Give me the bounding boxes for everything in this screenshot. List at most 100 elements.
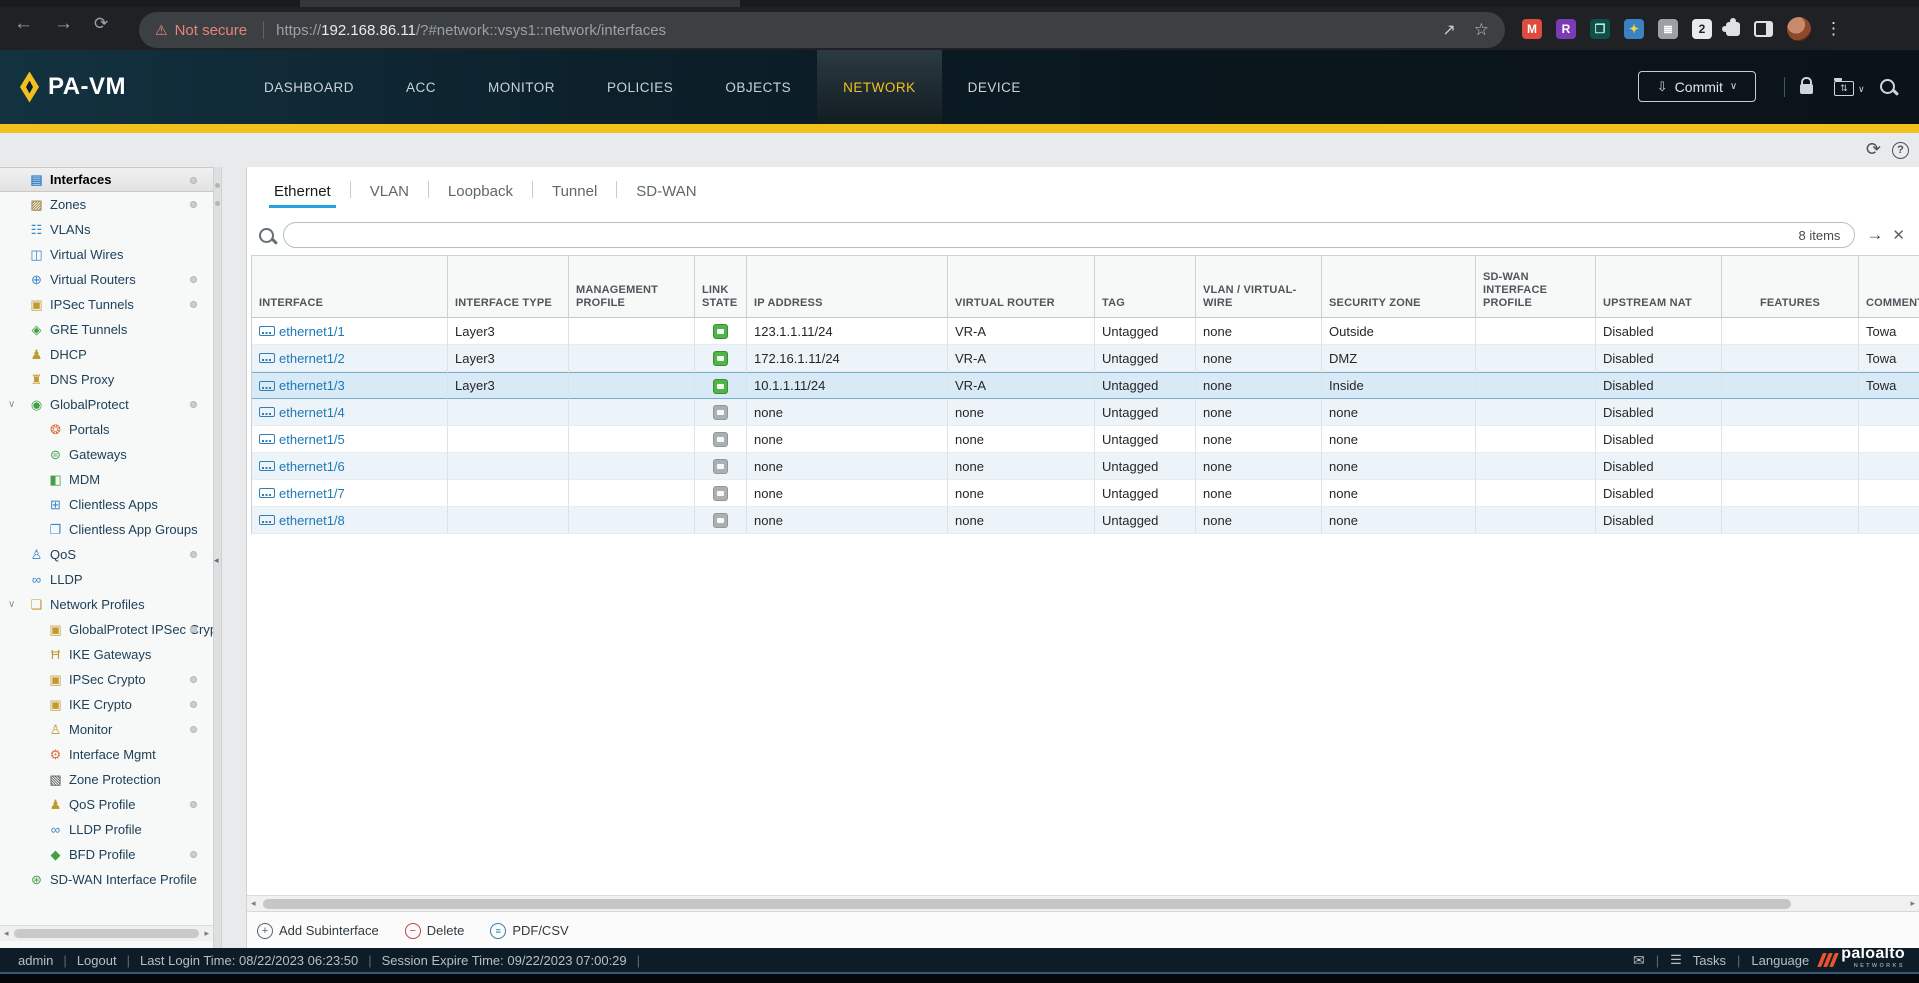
gray-notes-extension-icon[interactable]: ≣ [1658,19,1678,39]
interface-link[interactable]: ethernet1/6 [259,459,440,474]
sidebar-item-ipsec-tunnels[interactable]: ▣IPSec Tunnels [0,292,213,317]
tab-ethernet[interactable]: Ethernet [269,183,336,208]
mail-extension-icon[interactable]: M [1522,19,1542,39]
address-bar[interactable]: ⚠ Not secure https://192.168.86.11/?#net… [139,12,1505,48]
sidebar-item-ike-gateways[interactable]: ĦIKE Gateways [0,642,213,667]
sidebar-item-virtual-wires[interactable]: ◫Virtual Wires [0,242,213,267]
scroll-right-icon[interactable]: ▸ [1910,898,1915,909]
table-row[interactable]: ethernet1/6nonenoneUntaggednonenoneDisab… [252,453,1919,480]
sidebar-item-lldp[interactable]: ∞LLDP [0,567,213,592]
clear-filter-icon[interactable]: ✕ [1892,226,1905,244]
extensions-puzzle-icon[interactable] [1726,22,1740,36]
sidebar-item-globalprotect-ipsec-crypto[interactable]: ▣GlobalProtect IPSec Crypto [0,617,213,642]
search-input[interactable]: 8 items [283,222,1855,248]
pdf-csv-button[interactable]: ≡PDF/CSV [490,923,568,939]
nav-monitor[interactable]: MONITOR [462,50,581,124]
sidebar-item-gre-tunnels[interactable]: ◈GRE Tunnels [0,317,213,342]
add-subinterface-button[interactable]: +Add Subinterface [257,923,379,939]
column-header-management-profile[interactable]: MANAGEMENT PROFILE [569,255,695,318]
interface-link[interactable]: ethernet1/8 [259,513,440,528]
column-header-interface[interactable]: INTERFACE [252,255,448,318]
browser-reload-icon[interactable]: ⟳ [94,13,108,35]
scrollbar-thumb[interactable] [14,929,199,938]
sidebar-item-dns-proxy[interactable]: ♜DNS Proxy [0,367,213,392]
scrollbar-thumb[interactable] [263,899,1791,909]
table-scrollbar[interactable]: ◂ ▸ [247,895,1919,912]
sidebar-item-ike-crypto[interactable]: ▣IKE Crypto [0,692,213,717]
blue-mascot-extension-icon[interactable]: ✦ [1624,19,1644,39]
apply-filter-icon[interactable]: → [1866,225,1883,245]
column-header-interface-type[interactable]: INTERFACE TYPE [448,255,569,318]
r-extension-icon[interactable]: R [1556,19,1576,39]
sidebar-scrollbar[interactable]: ◂ ▸ [0,925,213,941]
teal-extension-icon[interactable]: ❐ [1590,19,1610,39]
sidebar-item-network-profiles[interactable]: ∨❏Network Profiles [0,592,213,617]
sidebar-item-interfaces[interactable]: ▤Interfaces [0,167,213,192]
interface-link[interactable]: ethernet1/2 [259,351,440,366]
column-header-features[interactable]: FEATURES [1722,255,1859,318]
tasks-label[interactable]: Tasks [1693,953,1726,968]
global-search-icon[interactable] [1880,79,1895,99]
tab-tunnel[interactable]: Tunnel [547,183,602,208]
table-row[interactable]: ethernet1/3Layer310.1.1.11/24VR-AUntagge… [252,372,1919,399]
nav-network[interactable]: NETWORK [817,50,942,124]
browser-menu-icon[interactable]: ⋮ [1825,19,1842,39]
sidebar-item-globalprotect[interactable]: ∨◉GlobalProtect [0,392,213,417]
sidebar-item-clientless-apps[interactable]: ⊞Clientless Apps [0,492,213,517]
sidebar-item-virtual-routers[interactable]: ⊕Virtual Routers [0,267,213,292]
nav-policies[interactable]: POLICIES [581,50,699,124]
sidebar-item-zone-protection[interactable]: ▧Zone Protection [0,767,213,792]
column-header-virtual-router[interactable]: VIRTUAL ROUTER [948,255,1095,318]
browser-back-icon[interactable]: ← [14,13,33,35]
scroll-left-icon[interactable]: ◂ [4,928,9,939]
lock-icon[interactable] [1800,84,1813,94]
nav-objects[interactable]: OBJECTS [699,50,817,124]
column-header-security-zone[interactable]: SECURITY ZONE [1322,255,1476,318]
sidebar-item-dhcp[interactable]: ♟DHCP [0,342,213,367]
share-icon[interactable]: ↗ [1442,20,1455,40]
help-icon[interactable]: ? [1892,142,1909,159]
interface-link[interactable]: ethernet1/5 [259,432,440,447]
chevron-down-icon[interactable]: ∨ [1858,84,1865,95]
interface-link[interactable]: ethernet1/1 [259,324,440,339]
nav-device[interactable]: DEVICE [942,50,1047,124]
table-row[interactable]: ethernet1/8nonenoneUntaggednonenoneDisab… [252,507,1919,534]
table-row[interactable]: ethernet1/2Layer3172.16.1.11/24VR-AUntag… [252,345,1919,372]
column-header-tag[interactable]: TAG [1095,255,1196,318]
sidebar-item-lldp-profile[interactable]: ∞LLDP Profile [0,817,213,842]
interface-link[interactable]: ethernet1/4 [259,405,440,420]
nav-acc[interactable]: ACC [380,50,462,124]
sidebar-item-clientless-app-groups[interactable]: ❐Clientless App Groups [0,517,213,542]
sidebar-item-sd-wan-interface-profile[interactable]: ⊛SD-WAN Interface Profile [0,867,213,892]
language-link[interactable]: Language [1751,953,1809,968]
table-row[interactable]: ethernet1/5nonenoneUntaggednonenoneDisab… [252,426,1919,453]
collapse-sidebar-icon[interactable]: ◂ [214,555,219,566]
chevron-down-icon[interactable]: ∨ [8,599,15,610]
sidebar-item-interface-mgmt[interactable]: ⚙Interface Mgmt [0,742,213,767]
config-save-load-icon[interactable]: ⇅ [1834,81,1854,96]
table-row[interactable]: ethernet1/1Layer3123.1.1.11/24VR-AUntagg… [252,318,1919,345]
badge-2-extension-icon[interactable]: 2 [1692,19,1712,39]
messages-icon[interactable]: ✉ [1633,952,1645,969]
column-header-sd-wan-interface-profile[interactable]: SD-WAN INTERFACE PROFILE [1476,255,1596,318]
table-row[interactable]: ethernet1/7nonenoneUntaggednonenoneDisab… [252,480,1919,507]
sidebar-item-vlans[interactable]: ☷VLANs [0,217,213,242]
side-panel-icon[interactable] [1754,21,1773,37]
column-header-comment[interactable]: COMMENT [1859,255,1919,318]
active-browser-tab[interactable] [300,0,740,7]
delete-button[interactable]: −Delete [405,923,465,939]
tab-vlan[interactable]: VLAN [365,183,414,208]
sidebar-item-bfd-profile[interactable]: ◆BFD Profile [0,842,213,867]
logout-link[interactable]: Logout [77,953,117,968]
column-header-link-state[interactable]: LINK STATE [695,255,747,318]
browser-forward-icon[interactable]: → [54,13,73,35]
bookmark-star-icon[interactable]: ☆ [1474,20,1489,40]
column-header-ip-address[interactable]: IP ADDRESS [747,255,948,318]
profile-avatar[interactable] [1787,17,1811,41]
sidebar-splitter[interactable]: ◂ [213,167,222,948]
sidebar-item-monitor[interactable]: ♙Monitor [0,717,213,742]
interface-link[interactable]: ethernet1/3 [259,378,440,393]
interface-link[interactable]: ethernet1/7 [259,486,440,501]
chevron-down-icon[interactable]: ∨ [8,399,15,410]
sidebar-item-zones[interactable]: ▨Zones [0,192,213,217]
